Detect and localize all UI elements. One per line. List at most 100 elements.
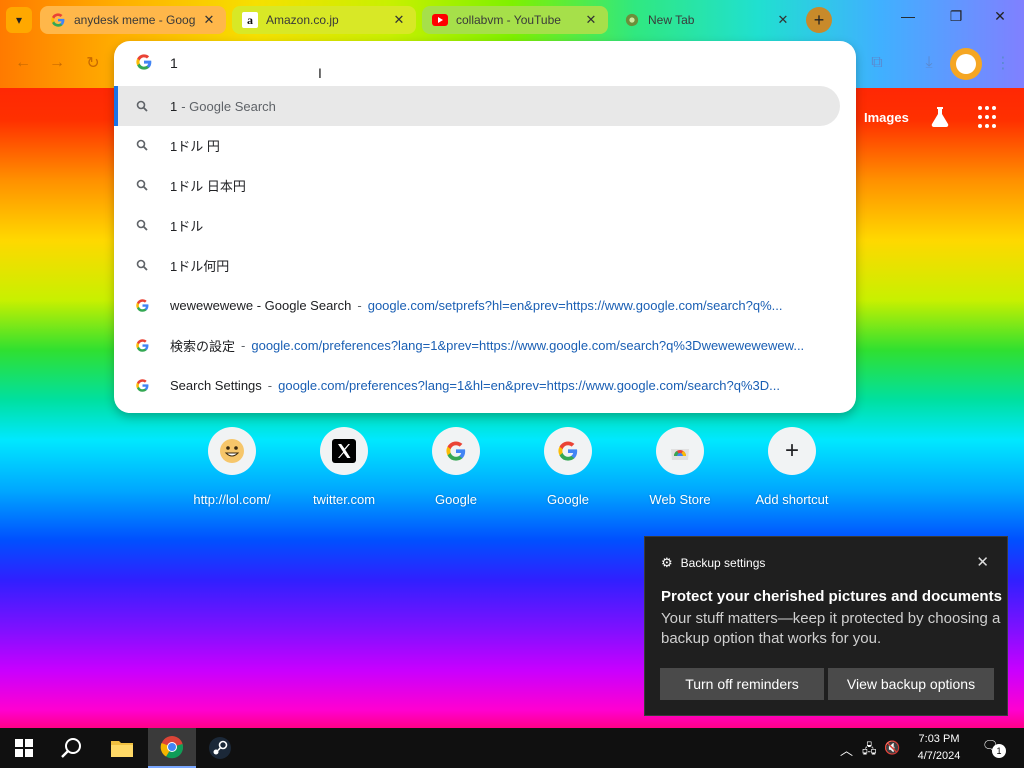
notification-close-button[interactable]: ✕ (976, 553, 989, 571)
search-icon (61, 738, 81, 758)
volume-muted-icon[interactable]: 🔇 (884, 740, 900, 756)
shortcut-twitter[interactable]: twitter.com (288, 427, 400, 507)
suggestion-item[interactable]: 1ドル 日本円 (114, 165, 840, 205)
omnibox-dropdown: 1 I 1 - Google Search 1ドル 円 1ドル 日本円 1ドル … (114, 41, 856, 413)
suggestion-text: 1ドル (170, 218, 204, 234)
notification-body: Your stuff matters—keep it protected by … (661, 610, 1001, 647)
suggestion-text: 検索の設定 (170, 338, 236, 354)
clock-date: 4/7/2024 (917, 750, 961, 762)
close-icon: ✕ (976, 554, 989, 571)
shortcut-lol[interactable]: http://lol.com/ (176, 427, 288, 507)
restore-button[interactable]: ❐ (936, 8, 976, 32)
tab-title: collabvm - YouTube (456, 13, 561, 27)
suggestion-item[interactable]: 1ドル (114, 205, 840, 245)
suggestion-separator: - (267, 377, 273, 393)
search-icon (114, 179, 170, 191)
tab-title: New Tab (648, 13, 695, 27)
labs-flask-icon[interactable] (930, 106, 952, 130)
add-shortcut-button[interactable]: + Add shortcut (736, 427, 848, 507)
back-button[interactable]: ← (10, 50, 36, 76)
back-arrow-icon: ← (15, 54, 31, 71)
history-suggestion-item[interactable]: 検索の設定 - google.com/preferences?lang=1&pr… (114, 325, 840, 365)
taskbar-file-explorer[interactable] (98, 728, 146, 768)
close-icon[interactable]: ✕ (202, 12, 216, 28)
suggestion-google-search[interactable]: 1 - Google Search (114, 86, 840, 126)
search-icon (114, 259, 170, 271)
smiley-icon (208, 427, 256, 475)
new-tab-button[interactable]: + (806, 7, 832, 33)
chrome-menu-button[interactable]: ⋮ (990, 50, 1016, 76)
minimize-button[interactable]: — (888, 8, 928, 32)
google-g-icon (114, 378, 170, 392)
minimize-icon: — (901, 8, 915, 24)
forward-button[interactable]: → (44, 50, 70, 76)
shortcut-label: Add shortcut (755, 492, 829, 507)
webstore-icon (656, 427, 704, 475)
google-g-icon (114, 298, 170, 312)
google-g-icon (432, 427, 480, 475)
notification-title: Protect your cherished pictures and docu… (661, 588, 1002, 605)
suggestion-item[interactable]: 1ドル何円 (114, 245, 840, 285)
plus-icon: + (768, 427, 816, 475)
address-bar[interactable]: 1 I (114, 41, 856, 85)
clock-time: 7:03 PM (918, 733, 960, 745)
taskbar-chrome[interactable] (148, 728, 196, 768)
close-icon: ✕ (994, 8, 1006, 24)
downloads-button[interactable]: ⤓ (916, 50, 942, 76)
suggestion-text: wewewewewe - Google Search (170, 297, 352, 313)
windows-logo-icon (15, 739, 33, 757)
close-window-button[interactable]: ✕ (980, 8, 1020, 32)
tab-title: anydesk meme - Goog (74, 13, 196, 27)
shortcut-google-1[interactable]: Google (400, 427, 512, 507)
network-icon[interactable]: 🖧 (862, 740, 877, 762)
suggestion-item[interactable]: 1ドル 円 (114, 125, 840, 165)
shortcut-web-store[interactable]: Web Store (624, 427, 736, 507)
tab-search-button[interactable]: ▾ (6, 7, 32, 33)
start-button[interactable] (0, 728, 48, 768)
gear-icon: ⚙ (661, 555, 673, 570)
close-icon[interactable]: ✕ (776, 12, 790, 28)
tab-anydesk-meme[interactable]: anydesk meme - Goog ✕ (40, 6, 226, 34)
google-g-icon (544, 427, 592, 475)
suggestion-text: 1ドル 日本円 (170, 178, 246, 194)
history-suggestion-item[interactable]: Search Settings - google.com/preferences… (114, 365, 840, 405)
search-icon (114, 139, 170, 151)
x-logo-icon (320, 427, 368, 475)
backup-notification: ⚙ Backup settings ✕ Protect your cherish… (644, 536, 1008, 716)
address-bar-input[interactable]: 1 (170, 55, 178, 71)
tab-collabvm-youtube[interactable]: collabvm - YouTube ✕ (422, 6, 608, 34)
tab-title: Amazon.co.jp (266, 13, 339, 27)
suggestion-text: Search Settings (170, 377, 262, 393)
reload-button[interactable]: ↻ (80, 50, 106, 76)
close-icon[interactable]: ✕ (584, 12, 598, 28)
google-g-icon (114, 338, 170, 352)
text-cursor-icon: I (318, 65, 322, 81)
turn-off-reminders-button[interactable]: Turn off reminders (660, 668, 824, 700)
shortcut-label: Web Store (649, 492, 711, 507)
show-hidden-icons-chevron-icon[interactable]: ︿ (840, 740, 853, 759)
google-apps-icon[interactable] (978, 106, 1002, 130)
folder-icon (111, 741, 133, 757)
profile-avatar-button[interactable] (950, 48, 982, 80)
shortcut-google-2[interactable]: Google (512, 427, 624, 507)
google-images-link[interactable]: Images (864, 110, 909, 125)
notification-header: ⚙ Backup settings (661, 555, 765, 571)
shortcut-label: http://lol.com/ (193, 492, 271, 507)
action-center-button[interactable]: 🗨 1 (982, 738, 1006, 758)
tab-amazon[interactable]: a Amazon.co.jp ✕ (232, 6, 416, 34)
puzzle-icon: ⧉ (871, 54, 883, 71)
taskbar-steam[interactable] (196, 728, 244, 768)
history-suggestion-item[interactable]: wewewewewe - Google Search - google.com/… (114, 285, 840, 325)
taskbar-search-button[interactable] (48, 728, 96, 768)
search-icon (114, 219, 170, 231)
extensions-button[interactable]: ⧉ (864, 50, 890, 76)
taskbar-clock[interactable]: 7:03 PM 4/7/2024 (906, 731, 972, 765)
close-icon[interactable]: ✕ (392, 12, 406, 28)
tab-new-tab[interactable]: New Tab ✕ (614, 6, 800, 34)
suggestion-separator: - (357, 297, 362, 313)
suggestion-url: google.com/preferences?lang=1&hl=en&prev… (278, 377, 781, 393)
view-backup-options-button[interactable]: View backup options (828, 668, 994, 700)
google-g-icon (136, 54, 152, 75)
steam-icon (209, 737, 231, 759)
more-vert-icon: ⋮ (995, 55, 1011, 72)
